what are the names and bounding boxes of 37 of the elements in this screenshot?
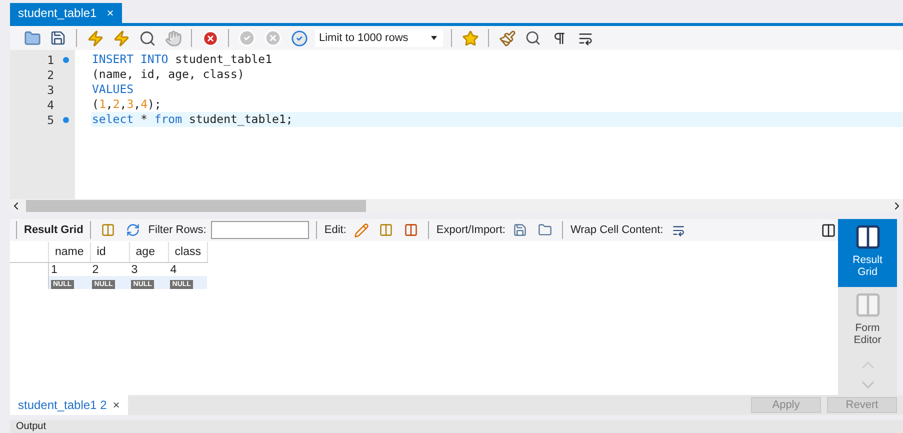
side-panel-button[interactable]: Result Grid	[838, 219, 897, 288]
star-add-icon[interactable]	[460, 28, 480, 48]
column-header[interactable]: id	[90, 242, 130, 263]
column-header[interactable]: name	[48, 242, 90, 263]
line-number: 5	[47, 112, 54, 127]
edit-label: Edit:	[324, 224, 346, 236]
stop-hand-icon[interactable]	[163, 28, 183, 48]
wrap-label: Wrap Cell Content:	[570, 224, 664, 236]
line-number: 3	[47, 82, 54, 97]
toggle-output-icon[interactable]	[200, 28, 220, 48]
line-number: 2	[47, 68, 54, 82]
output-label: Output	[15, 420, 46, 433]
table-cell: 1	[51, 264, 58, 276]
result-tab[interactable]: student_table1 2 ×	[10, 395, 128, 416]
export-label: Export/Import:	[436, 224, 506, 236]
column-header[interactable]: class	[168, 242, 208, 263]
auto-commit-icon[interactable]	[289, 28, 309, 48]
line-number: 1	[47, 52, 54, 67]
scrollbar-thumb[interactable]	[26, 200, 366, 212]
table-cell: 2	[92, 264, 99, 276]
limit-select[interactable]: Limit to 1000 rows	[315, 29, 443, 48]
code-line: VALUES	[91, 82, 135, 98]
side-panel-button[interactable]: Form Editor	[838, 287, 897, 356]
filter-field[interactable]	[211, 221, 310, 240]
column-header[interactable]: age	[129, 242, 168, 263]
file-tab[interactable]: student_table1 ×	[10, 3, 122, 24]
code-line: INSERT INTO student_table1	[91, 52, 274, 68]
filter-label: Filter Rows:	[148, 224, 206, 236]
code-line: (name, id, age, class)	[91, 67, 246, 82]
result-grid-label: Result Grid	[24, 224, 84, 236]
table-cell: 4	[170, 264, 177, 276]
close-icon[interactable]: ×	[106, 6, 114, 20]
code-line: (1,2,3,4);	[91, 97, 162, 112]
broom-icon[interactable]	[497, 28, 517, 48]
table-cell: 3	[131, 264, 138, 276]
line-number: 4	[47, 98, 54, 112]
close-icon[interactable]: ×	[112, 398, 120, 412]
